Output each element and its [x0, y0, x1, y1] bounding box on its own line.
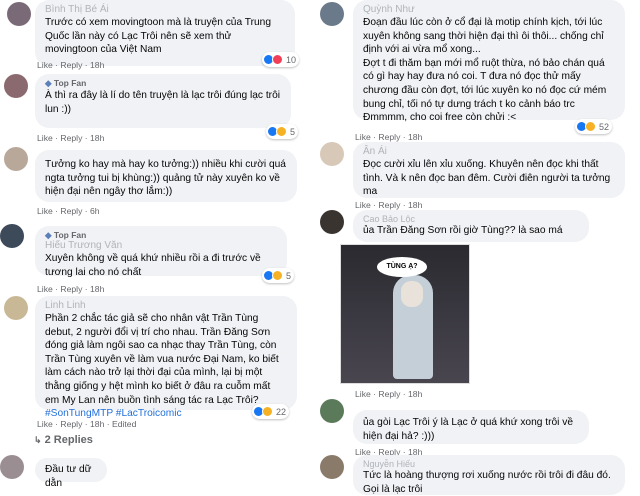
haha-reaction-icon	[276, 126, 287, 137]
commenter-name[interactable]: Cao Bảo Lộc	[363, 214, 579, 224]
comment-actions[interactable]: Like · Reply · 18h	[37, 60, 104, 70]
haha-reaction-icon	[262, 406, 273, 417]
commenter-name[interactable]: Nguyễn Hiếu	[363, 459, 615, 469]
comment-actions[interactable]: Like · Reply · 18h	[37, 133, 104, 143]
comment-actions[interactable]: Like · Reply · 18h	[355, 200, 422, 210]
comment-text: ủa Trần Đăng Sơn rồi giờ Tùng?? là sao m…	[363, 225, 563, 236]
commenter-name[interactable]: Hiếu Trương Văn	[45, 240, 277, 252]
comments-column-left: Bình Thị Bé Ái Trước có xem movingtoon m…	[0, 0, 320, 496]
comment-bubble: Bình Thị Bé Ái Trước có xem movingtoon m…	[35, 0, 295, 66]
avatar[interactable]	[4, 147, 28, 171]
diamond-icon: ◆	[45, 78, 52, 88]
commenter-name[interactable]: Bình Thị Bé Ái	[45, 4, 285, 16]
avatar[interactable]	[4, 296, 28, 320]
comment-actions[interactable]: Like · Reply · 18h	[355, 389, 422, 399]
avatar[interactable]	[0, 455, 24, 479]
diamond-icon: ◆	[45, 230, 52, 240]
comment-text: Xuyên không về quá khứ nhiều rồi a đi tr…	[45, 253, 261, 278]
haha-reaction-icon	[585, 121, 596, 132]
comic-speech-bubble: TÙNG Ạ?	[377, 257, 427, 277]
comment-text: Trước có xem movingtoon mà là truyện của…	[45, 17, 272, 56]
comment-text: Đầu tư dữ dằn	[45, 464, 92, 489]
comment-bubble: ◆ Top Fan À thì ra đây là lí do tên truy…	[35, 74, 291, 128]
avatar[interactable]	[320, 210, 344, 234]
comment-text: Tưởng ko hay mà hay ko tưởng:)) nhiều kh…	[45, 159, 286, 198]
comment-actions[interactable]: Like · Reply · 18h	[37, 284, 104, 294]
comment-bubble: Tưởng ko hay mà hay ko tưởng:)) nhiều kh…	[35, 150, 297, 202]
avatar[interactable]	[320, 142, 344, 166]
view-replies-link[interactable]: ↳ 2 Replies	[34, 434, 93, 446]
comment-bubble: ◆ Top Fan Hiếu Trương Văn Xuyên không về…	[35, 226, 287, 278]
avatar[interactable]	[320, 2, 344, 26]
commenter-name[interactable]: Linh Linh	[45, 300, 287, 312]
comic-character-face	[401, 281, 423, 307]
avatar[interactable]	[320, 455, 344, 479]
comment-bubble: Nguyễn Hiếu Tức là hoàng thượng rơi xuốn…	[353, 455, 625, 495]
comment-text: ủa gòi Lạc Trôi ý là Lạc ở quá khứ xong …	[363, 417, 574, 442]
comment-bubble: Quỳnh Như Đoạn đầu lúc còn ở cổ đại là m…	[353, 0, 625, 123]
haha-reaction-icon	[272, 270, 283, 281]
comment-bubble: Đầu tư dữ dằn	[35, 458, 107, 489]
avatar[interactable]	[4, 74, 28, 98]
comment-text: Đọc cười xỉu lên xỉu xuống. Khuyên nên đ…	[363, 159, 611, 198]
heart-reaction-icon	[272, 54, 283, 65]
commenter-name[interactable]: Ân Ái	[363, 146, 615, 158]
comment-bubble: Linh Linh Phần 2 chắc tác giả sẽ cho nhâ…	[35, 296, 297, 419]
avatar[interactable]	[7, 2, 31, 26]
reaction-summary[interactable]: 22	[252, 404, 290, 419]
comments-column-right: Quỳnh Như Đoạn đầu lúc còn ở cổ đại là m…	[320, 0, 640, 496]
comment-actions[interactable]: Like · Reply · 6h	[37, 206, 100, 216]
comment-bubble: Cao Bảo Lộc ủa Trần Đăng Sơn rồi giờ Tùn…	[353, 210, 589, 242]
comment-text: Tức là hoàng thượng rơi xuống nước rồi t…	[363, 470, 611, 495]
comic-image[interactable]: TÙNG Ạ?	[340, 244, 470, 384]
reaction-summary[interactable]: 52	[575, 119, 613, 134]
avatar[interactable]	[320, 399, 344, 423]
comment-actions[interactable]: Like · Reply · 18h	[355, 132, 422, 142]
reaction-summary[interactable]: 5	[262, 268, 295, 283]
reaction-summary[interactable]: 10	[262, 52, 300, 67]
comment-text: Phần 2 chắc tác giả sẽ cho nhân vật Trần…	[45, 313, 279, 406]
avatar[interactable]	[0, 224, 24, 248]
comment-actions[interactable]: Like · Reply · 18h · Edited	[37, 419, 136, 429]
comment-bubble: ủa gòi Lạc Trôi ý là Lạc ở quá khứ xong …	[353, 410, 589, 444]
reply-arrow-icon: ↳	[34, 435, 42, 445]
comment-text: Đoạn đầu lúc còn ở cổ đại là motip chính…	[363, 17, 607, 110]
comment-bubble: Ân Ái Đọc cười xỉu lên xỉu xuống. Khuyên…	[353, 142, 625, 198]
reaction-summary[interactable]: 5	[266, 124, 299, 139]
comment-text: À thì ra đây là lí do tên truyện là lạc …	[45, 90, 281, 115]
top-fan-badge: ◆ Top Fan	[45, 78, 87, 88]
commenter-name[interactable]: Quỳnh Như	[363, 4, 615, 16]
